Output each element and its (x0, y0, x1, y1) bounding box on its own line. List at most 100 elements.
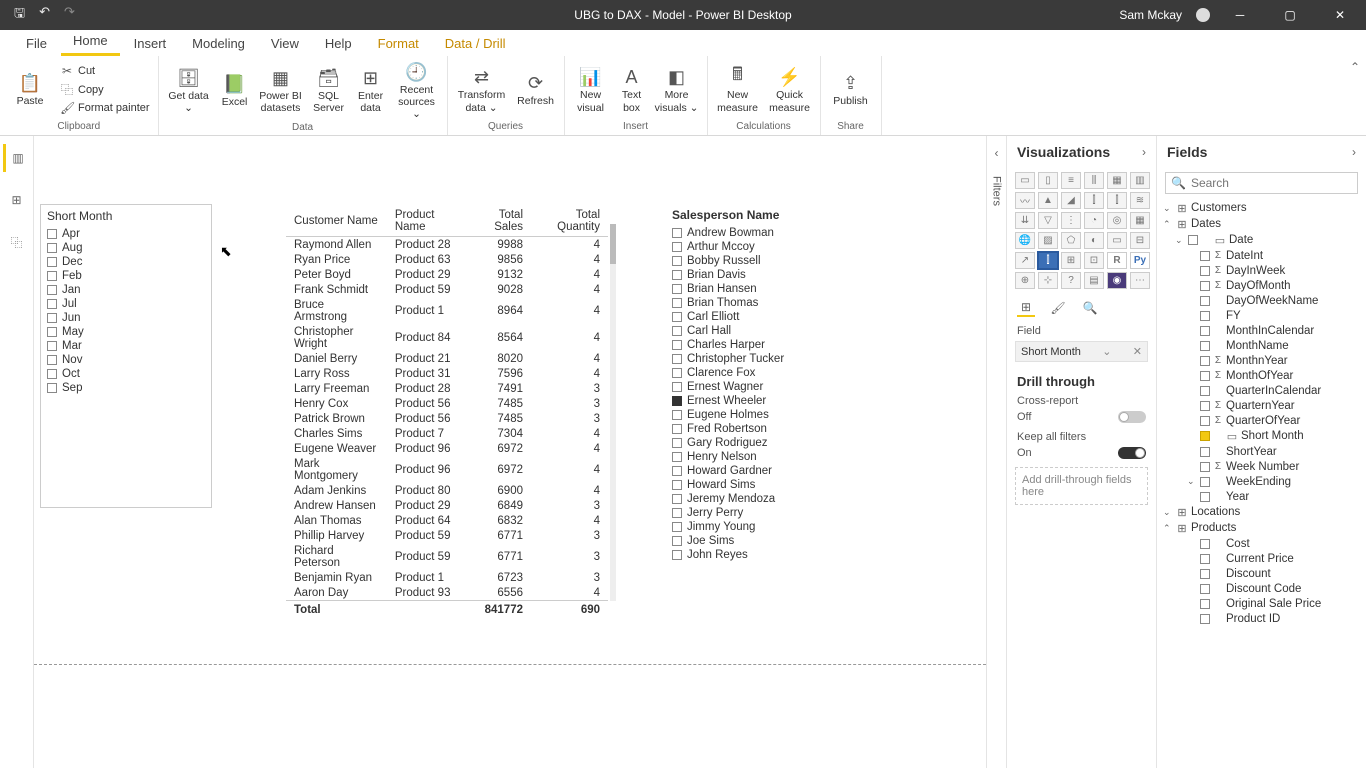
table-dates[interactable]: ⌃⊞Dates (1161, 216, 1362, 232)
table-row[interactable]: Adam JenkinsProduct 8069004 (286, 483, 608, 498)
drillthrough-well[interactable]: Add drill-through fields here (1015, 467, 1148, 505)
field-item[interactable]: Original Sale Price (1161, 596, 1362, 611)
format-painter-button[interactable]: 🖌Format painter (58, 100, 152, 116)
field-well-item[interactable]: Short Month ⌄ ✕ (1015, 341, 1148, 362)
table-row[interactable]: Patrick BrownProduct 5674853 (286, 411, 608, 426)
viz-table[interactable]: ⊞ (1061, 252, 1081, 269)
viz-kpi[interactable]: ↗ (1015, 252, 1035, 269)
slicer-item[interactable]: Ernest Wheeler (672, 394, 846, 408)
slicer-item[interactable]: Carl Hall (672, 324, 846, 338)
table-row[interactable]: Richard PetersonProduct 5967713 (286, 543, 608, 570)
transform-data-button[interactable]: ⇄Transform data ⌄ (454, 63, 510, 115)
slicer-item[interactable]: Eugene Holmes (672, 408, 846, 422)
model-view-icon[interactable]: ⿻ (3, 228, 31, 256)
field-item[interactable]: FY (1161, 308, 1362, 323)
report-canvas[interactable]: Short Month AprAugDecFebJanJulJunMayMarN… (34, 136, 1006, 768)
field-item[interactable]: DayOfWeekName (1161, 293, 1362, 308)
tab-insert[interactable]: Insert (122, 32, 179, 56)
tab-data-drill[interactable]: Data / Drill (433, 32, 518, 56)
viz-map[interactable]: 🌐 (1015, 232, 1035, 249)
viz-py[interactable]: Py (1130, 252, 1150, 269)
viz-clustered-bar[interactable]: ≡ (1061, 172, 1081, 189)
maximize-button[interactable]: ▢ (1270, 0, 1310, 30)
viz-shape-map[interactable]: ⬠ (1061, 232, 1081, 249)
slicer-item[interactable]: Jun (47, 311, 205, 325)
slicer-item[interactable]: Fred Robertson (672, 422, 846, 436)
viz-pie[interactable]: ◔ (1084, 212, 1104, 229)
slicer-item[interactable]: Ernest Wagner (672, 380, 846, 394)
slicer-item[interactable]: Apr (47, 227, 205, 241)
table-row[interactable]: Eugene WeaverProduct 9669724 (286, 441, 608, 456)
table-row[interactable]: Phillip HarveyProduct 5967713 (286, 528, 608, 543)
slicer-item[interactable]: Gary Rodriguez (672, 436, 846, 450)
slicer-item[interactable]: Howard Sims (672, 478, 846, 492)
keep-filters-toggle[interactable] (1118, 447, 1146, 459)
slicer-item[interactable]: Sep (47, 381, 205, 395)
field-item[interactable]: ΣMonthOfYear (1161, 368, 1362, 383)
slicer-item[interactable]: Arthur Mccoy (672, 240, 846, 254)
viz-scatter[interactable]: ⋮ (1061, 212, 1081, 229)
viz-r[interactable]: R (1107, 252, 1127, 269)
slicer-item[interactable]: Joe Sims (672, 534, 846, 548)
viz-more[interactable]: ⋯ (1130, 272, 1150, 289)
tab-view[interactable]: View (259, 32, 311, 56)
slicer-item[interactable]: Clarence Fox (672, 366, 846, 380)
viz-decomp[interactable]: ⊹ (1038, 272, 1058, 289)
field-item[interactable]: ΣDayInWeek (1161, 263, 1362, 278)
col-customer[interactable]: Customer Name (286, 206, 387, 237)
field-item[interactable]: Discount (1161, 566, 1362, 581)
slicer-salesperson[interactable]: Salesperson Name Andrew BowmanArthur Mcc… (666, 204, 852, 560)
field-item[interactable]: Product ID (1161, 611, 1362, 626)
slicer-item[interactable]: Dec (47, 255, 205, 269)
table-row[interactable]: Mark MontgomeryProduct 9669724 (286, 456, 608, 483)
slicer-item[interactable]: Jimmy Young (672, 520, 846, 534)
cut-button[interactable]: ✂Cut (58, 63, 152, 79)
table-row[interactable]: Ryan PriceProduct 6398564 (286, 252, 608, 267)
viz-donut[interactable]: ◎ (1107, 212, 1127, 229)
viz-ribbon[interactable]: ≋ (1130, 192, 1150, 209)
pbi-datasets-button[interactable]: ▦Power BI datasets (257, 64, 305, 116)
table-row[interactable]: Andrew HansenProduct 2968493 (286, 498, 608, 513)
viz-card[interactable]: ▭ (1107, 232, 1127, 249)
quick-measure-button[interactable]: ⚡Quick measure (766, 63, 814, 115)
table-customers[interactable]: ⌄⊞Customers (1161, 200, 1362, 216)
recent-sources-button[interactable]: 🕘Recent sources ⌄ (393, 58, 441, 122)
fields-search[interactable]: 🔍 (1165, 172, 1358, 194)
viz-gauge[interactable]: ◐ (1084, 232, 1104, 249)
viz-qa[interactable]: ? (1061, 272, 1081, 289)
viz-funnel[interactable]: ▽ (1038, 212, 1058, 229)
user-name[interactable]: Sam Mckay (1119, 8, 1182, 22)
viz-matrix[interactable]: ⊡ (1084, 252, 1104, 269)
copy-button[interactable]: ⿻Copy (58, 80, 152, 99)
viz-stacked-area[interactable]: ◢ (1061, 192, 1081, 209)
table-row[interactable]: Aaron DayProduct 9365564 (286, 585, 608, 601)
table-row[interactable]: Christopher WrightProduct 8485644 (286, 324, 608, 351)
viz-waterfall[interactable]: ⇊ (1015, 212, 1035, 229)
slicer-item[interactable]: Carl Elliott (672, 310, 846, 324)
tab-modeling[interactable]: Modeling (180, 32, 257, 56)
field-item[interactable]: ▭Short Month (1161, 428, 1362, 444)
more-visuals-button[interactable]: ◧More visuals ⌄ (653, 63, 701, 115)
table-products[interactable]: ⌃⊞Products (1161, 520, 1362, 536)
chevron-down-icon[interactable]: ⌄ (1102, 345, 1111, 358)
viz-100-bar[interactable]: ▦ (1107, 172, 1127, 189)
viz-clustered-col[interactable]: ⫼ (1084, 172, 1104, 189)
paste-button[interactable]: 📋Paste (6, 69, 54, 109)
collapse-viz-icon[interactable]: › (1142, 145, 1146, 159)
slicer-item[interactable]: Bobby Russell (672, 254, 846, 268)
table-row[interactable]: Peter BoydProduct 2991324 (286, 267, 608, 282)
report-view-icon[interactable]: ▥ (3, 144, 31, 172)
field-item[interactable]: MonthInCalendar (1161, 323, 1362, 338)
field-item[interactable]: ΣDateInt (1161, 248, 1362, 263)
new-measure-button[interactable]: 🖩New measure (714, 63, 762, 115)
table-row[interactable]: Raymond AllenProduct 2899884 (286, 237, 608, 253)
data-view-icon[interactable]: ⊞ (3, 186, 31, 214)
table-row[interactable]: Henry CoxProduct 5674853 (286, 396, 608, 411)
field-item[interactable]: Discount Code (1161, 581, 1362, 596)
search-input[interactable] (1191, 176, 1352, 190)
format-tab-icon[interactable]: 🖌 (1049, 299, 1067, 317)
field-item[interactable]: ΣWeek Number (1161, 459, 1362, 474)
viz-key-inf[interactable]: ⊕ (1015, 272, 1035, 289)
table-row[interactable]: Bruce ArmstrongProduct 189644 (286, 297, 608, 324)
slicer-item[interactable]: Christopher Tucker (672, 352, 846, 366)
